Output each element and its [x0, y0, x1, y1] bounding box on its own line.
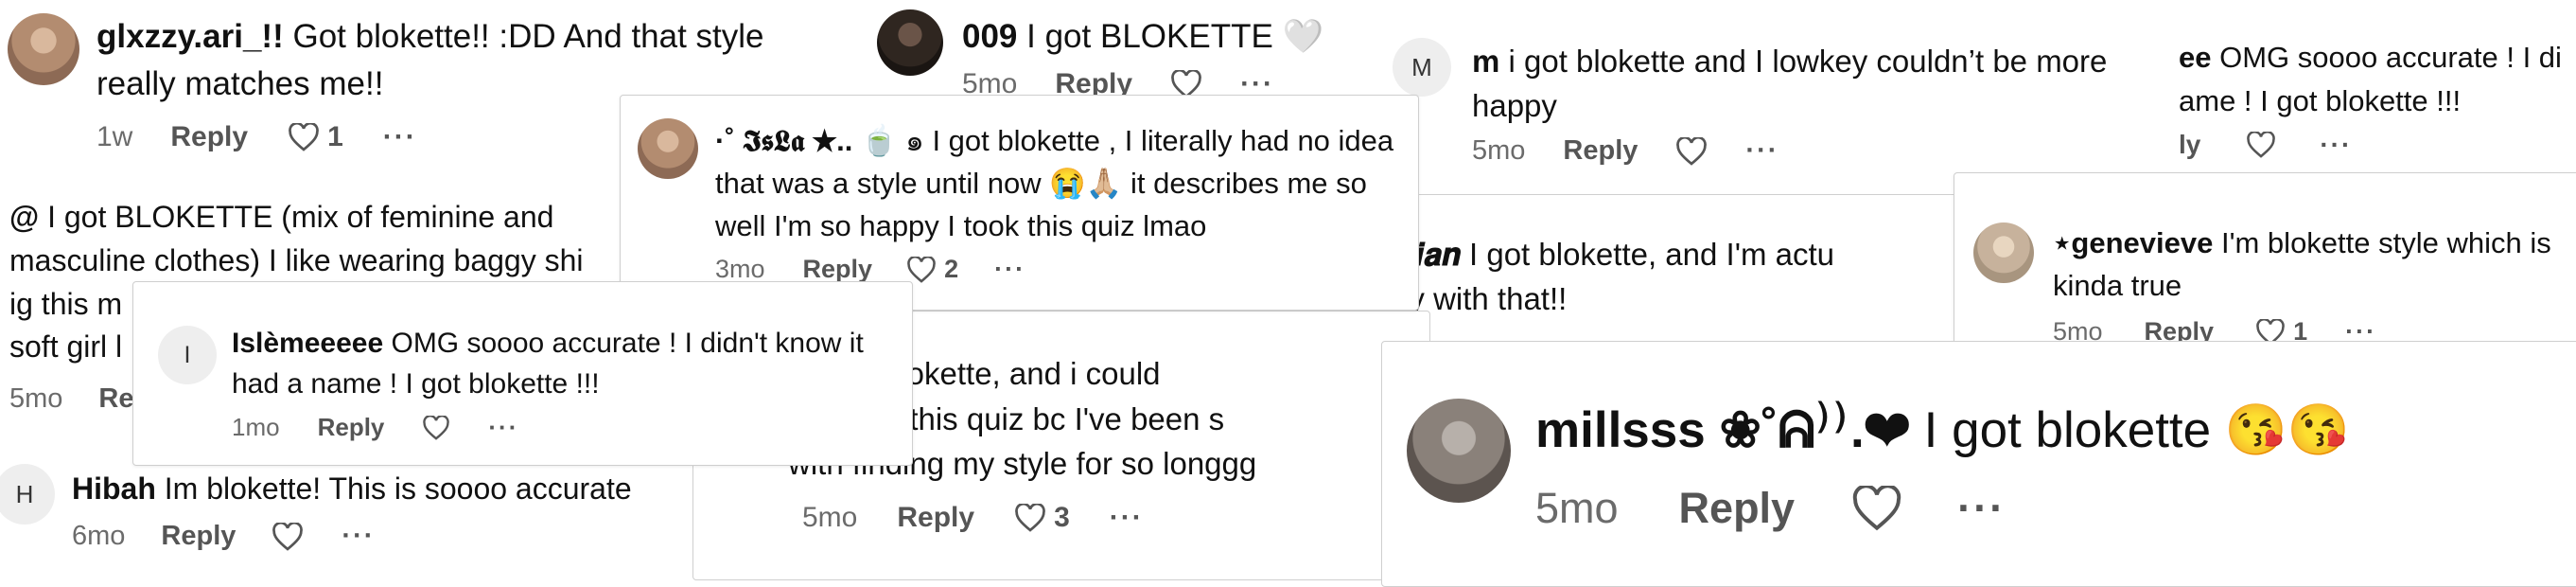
reply-button[interactable]: Reply	[897, 502, 974, 534]
more-options-icon[interactable]: ···	[1110, 502, 1144, 534]
comment-text-line: masculine clothes) I like wearing baggy …	[9, 242, 584, 277]
comment-text: Im blokette! This is soooo accurate	[164, 471, 632, 506]
comment-body: millsss ❀˚ᕱ⁾⁾.❤ I got blokette 😘😘	[1535, 399, 2350, 464]
like-count: 1	[327, 121, 343, 152]
username[interactable]: @	[9, 200, 39, 234]
comment-text: I got blokette 😘😘	[1923, 402, 2350, 458]
avatar[interactable]: H	[0, 464, 55, 525]
more-options-icon[interactable]: ···	[1957, 484, 2006, 533]
username[interactable]: ·˚ 𝕴𝖘𝕷𝖆 ★..	[715, 124, 852, 157]
comment-text: i got blokette and I lowkey couldn’t be …	[1472, 44, 2108, 123]
more-options-icon[interactable]: ···	[342, 521, 375, 552]
like-button[interactable]	[422, 415, 450, 440]
comment-text: I got blokette, and I'm actu	[1469, 237, 1835, 272]
avatar[interactable]	[638, 118, 698, 179]
comment-text: I got BLOKETTE 🤍	[1026, 18, 1324, 55]
timestamp: 1w	[96, 121, 133, 152]
avatar[interactable]	[1973, 222, 2034, 283]
comment-body: Hibah Im blokette! This is soooo accurat…	[72, 468, 632, 510]
more-options-icon[interactable]: ···	[383, 121, 417, 153]
comment-actions: 5mo Reply ···	[1535, 484, 2006, 533]
reply-button[interactable]: Reply	[803, 255, 873, 284]
heart-icon	[1015, 504, 1045, 532]
username[interactable]: Islèmeeeee	[232, 328, 383, 359]
heart-icon	[423, 415, 450, 440]
like-button[interactable]: 2	[906, 255, 958, 284]
timestamp: 5mo	[1472, 135, 1526, 166]
reply-button[interactable]: Reply	[161, 521, 236, 552]
comment-card: ee OMG soooo accurate ! I di ame ! I got…	[2179, 0, 2576, 170]
like-button[interactable]	[2246, 132, 2276, 158]
like-button[interactable]	[1851, 486, 1902, 531]
like-button[interactable]: 3	[1014, 502, 1070, 534]
heart-icon	[272, 522, 304, 551]
comment-card: M m i got blokette and I lowkey couldn’t…	[1379, 0, 2179, 199]
reply-button[interactable]: Reply	[170, 121, 248, 153]
reply-button[interactable]: Reply	[1679, 484, 1796, 533]
avatar[interactable]: I	[158, 326, 217, 384]
comment-card: millsss ❀˚ᕱ⁾⁾.❤ I got blokette 😘😘 5mo Re…	[1381, 341, 2576, 587]
like-button[interactable]: 1	[288, 121, 343, 153]
comment-text-line: soft girl l	[9, 329, 123, 365]
heart-icon	[1852, 486, 1901, 531]
timestamp: 5mo	[9, 383, 63, 414]
comment-actions: 5mo Re	[9, 383, 134, 415]
heart-icon	[2247, 132, 2276, 158]
username[interactable]: Hibah	[72, 471, 156, 506]
comment-card: ·˚ 𝕴𝖘𝕷𝖆 ★.. 🍵 ๑ I got blokette , I liter…	[620, 95, 1419, 311]
comment-text: OMG soooo accurate ! I di	[2219, 41, 2562, 74]
user-emoji: 🍵 ๑	[860, 124, 924, 157]
like-button[interactable]	[272, 522, 304, 551]
heart-icon	[289, 123, 319, 151]
avatar[interactable]	[8, 13, 79, 85]
more-options-icon[interactable]: ···	[2320, 130, 2352, 160]
comment-text-line: ig this m	[9, 286, 123, 321]
heart-icon	[907, 256, 936, 283]
comment-card: 009 I got BLOKETTE 🤍 5mo Reply ···	[856, 0, 1378, 104]
reply-button[interactable]: ly	[2179, 130, 2200, 160]
reply-button[interactable]: Reply	[1563, 135, 1638, 167]
more-options-icon[interactable]: ···	[994, 255, 1025, 284]
heart-icon	[1676, 136, 1708, 166]
timestamp: 1mo	[232, 413, 280, 441]
reply-button[interactable]: Reply	[318, 413, 385, 442]
username[interactable]: m	[1472, 44, 1499, 79]
comment-actions: 3mo Reply 2 ···	[715, 255, 1025, 284]
username[interactable]: ⋆genevieve	[2053, 226, 2213, 259]
comment-body: 🌸𝑳𝒊𝒍𝒊𝒂𝒏 I got blokette, and I'm actu hap…	[1340, 233, 2028, 322]
more-options-icon[interactable]: ···	[1745, 135, 1779, 167]
comment-body: m i got blokette and I lowkey couldn’t b…	[1472, 40, 2153, 129]
comment-actions: 5mo Reply 3 ···	[802, 502, 1144, 534]
username[interactable]: ee	[2179, 41, 2211, 74]
more-options-icon[interactable]: ···	[488, 413, 518, 442]
comment-card: I Islèmeeeee OMG soooo accurate ! I didn…	[132, 281, 913, 466]
timestamp: 5mo	[802, 502, 858, 533]
comment-body: ee OMG soooo accurate ! I di ame ! I got…	[2179, 36, 2576, 123]
comment-text-line: ame ! I got blokette !!!	[2179, 83, 2462, 117]
comment-actions: 1w Reply 1 ···	[96, 121, 417, 153]
avatar[interactable]: M	[1393, 38, 1451, 97]
username[interactable]: millsss ❀˚ᕱ⁾⁾.❤	[1535, 402, 1910, 458]
comment-body: Islèmeeeee OMG soooo accurate ! I didn't…	[232, 324, 894, 404]
like-button[interactable]	[1675, 136, 1708, 166]
like-count: 3	[1054, 502, 1070, 533]
comment-body: glxzzy.ari_!! Got blokette!! :DD And tha…	[96, 13, 844, 107]
reply-button[interactable]: Re	[98, 383, 133, 415]
timestamp: 3mo	[715, 255, 765, 283]
timestamp: 6mo	[72, 521, 126, 551]
comment-actions: 5mo Reply ···	[1472, 135, 1779, 167]
comment-body: ⋆genevieve I'm blokette style which is k…	[2053, 222, 2576, 308]
comment-actions: ly ···	[2179, 130, 2352, 160]
timestamp: 5mo	[1535, 484, 1619, 532]
comment-actions: 6mo Reply ···	[72, 521, 375, 552]
username[interactable]: 009	[962, 18, 1017, 55]
comment-body: ·˚ 𝕴𝖘𝕷𝖆 ★.. 🍵 ๑ I got blokette , I liter…	[715, 120, 1396, 248]
comment-text: I got BLOKETTE (mix of feminine and	[47, 200, 554, 234]
comment-body: 009 I got BLOKETTE 🤍	[962, 13, 1323, 61]
avatar[interactable]	[877, 9, 943, 76]
comment-actions: 1mo Reply ···	[232, 413, 518, 442]
username[interactable]: glxzzy.ari_!!	[96, 18, 284, 55]
avatar[interactable]	[1407, 399, 1511, 503]
like-count: 2	[944, 255, 959, 283]
